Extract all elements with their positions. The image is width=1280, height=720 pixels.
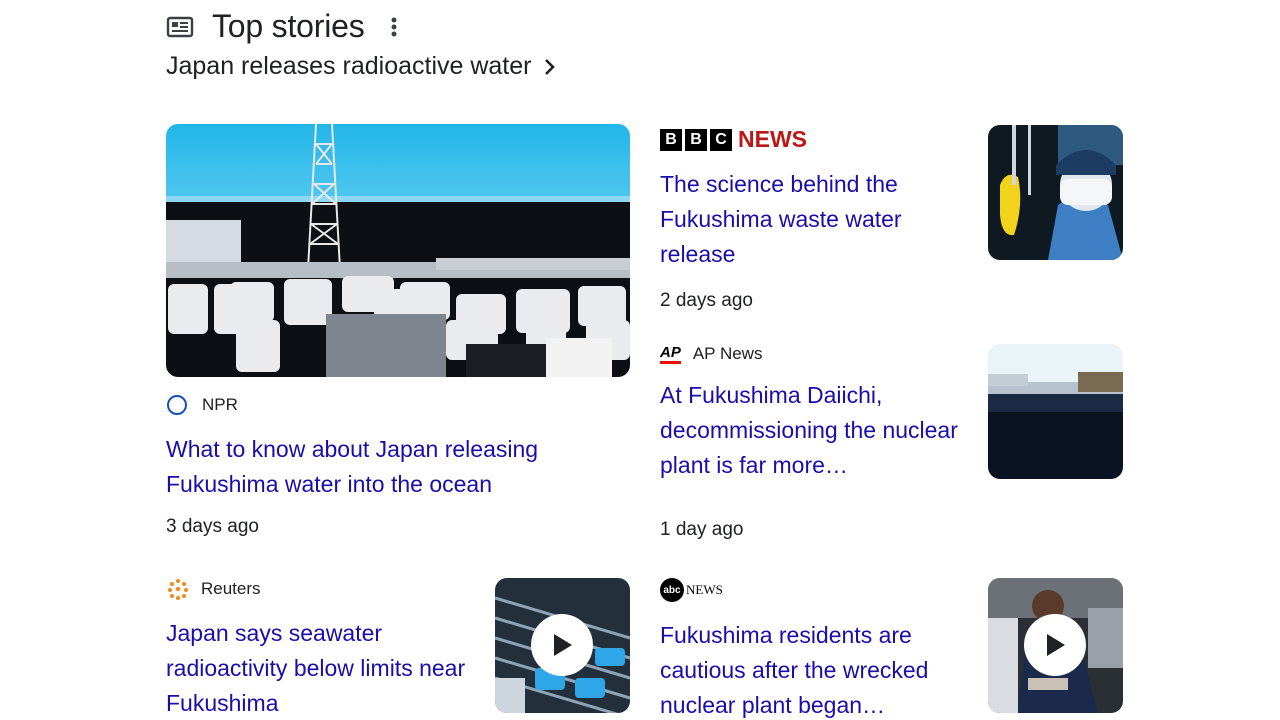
story-time: 1 day ago (660, 519, 744, 540)
source-name: NPR (202, 395, 238, 414)
more-vert-icon[interactable] (389, 15, 399, 39)
section-title: Top stories (212, 8, 365, 44)
story-thumbnail-abc[interactable] (988, 578, 1123, 713)
story-headline[interactable]: Fukushima residents are cautious after t… (660, 618, 960, 720)
story-thumbnail-bbc[interactable] (988, 125, 1123, 260)
bbc-news-logo: B B C NEWS (660, 126, 960, 153)
chevron-right-icon (543, 56, 557, 78)
story-thumbnail-reuters[interactable] (495, 578, 630, 713)
bbc-letter: B (685, 128, 707, 151)
topic-label: Japan releases radioactive water (166, 52, 532, 80)
ap-logo-icon: AP (660, 344, 681, 364)
bbc-letter: C (710, 128, 732, 151)
source-name: AP News (692, 344, 763, 363)
source-ap: AP AP News (660, 344, 960, 364)
story-card-reuters[interactable]: Reuters Japan says seawater radioactivit… (166, 578, 466, 720)
story-card-bbc[interactable]: B B C NEWS The science behind the Fukush… (660, 126, 960, 312)
story-headline[interactable]: At Fukushima Daiichi, decommissioning th… (660, 378, 960, 483)
play-button[interactable] (1024, 614, 1086, 676)
story-time: 3 days ago (166, 516, 259, 537)
play-icon (1047, 634, 1065, 656)
bbc-news-word: NEWS (738, 126, 807, 152)
top-stories-header: Top stories (166, 8, 399, 45)
npr-logo-icon (166, 394, 188, 416)
story-headline[interactable]: The science behind the Fukushima waste w… (660, 167, 960, 272)
story-thumbnail-npr[interactable] (166, 124, 630, 377)
story-thumbnail-ap[interactable] (988, 344, 1123, 479)
reuters-logo-icon (166, 578, 190, 600)
story-headline[interactable]: What to know about Japan releasing Fukus… (166, 432, 636, 502)
bbc-letter: B (660, 128, 682, 151)
topic-link[interactable]: Japan releases radioactive water (166, 52, 557, 81)
story-card-npr[interactable]: NPR What to know about Japan releasing F… (166, 394, 636, 538)
source-name: Reuters (201, 579, 261, 598)
story-card-ap[interactable]: AP AP News At Fukushima Daiichi, decommi… (660, 344, 960, 541)
story-card-abc[interactable]: abc NEWS Fukushima residents are cautiou… (660, 578, 960, 720)
source-npr: NPR (166, 394, 636, 416)
story-time: 2 days ago (660, 290, 753, 311)
source-reuters: Reuters (166, 578, 466, 600)
story-headline[interactable]: Japan says seawater radioactivity below … (166, 616, 466, 720)
news-icon (166, 15, 194, 39)
play-button[interactable] (531, 614, 593, 676)
abc-news-logo: abc NEWS (660, 578, 960, 602)
abc-news-word: NEWS (686, 582, 723, 597)
play-icon (554, 634, 572, 656)
abc-logo-icon: abc (660, 578, 684, 602)
